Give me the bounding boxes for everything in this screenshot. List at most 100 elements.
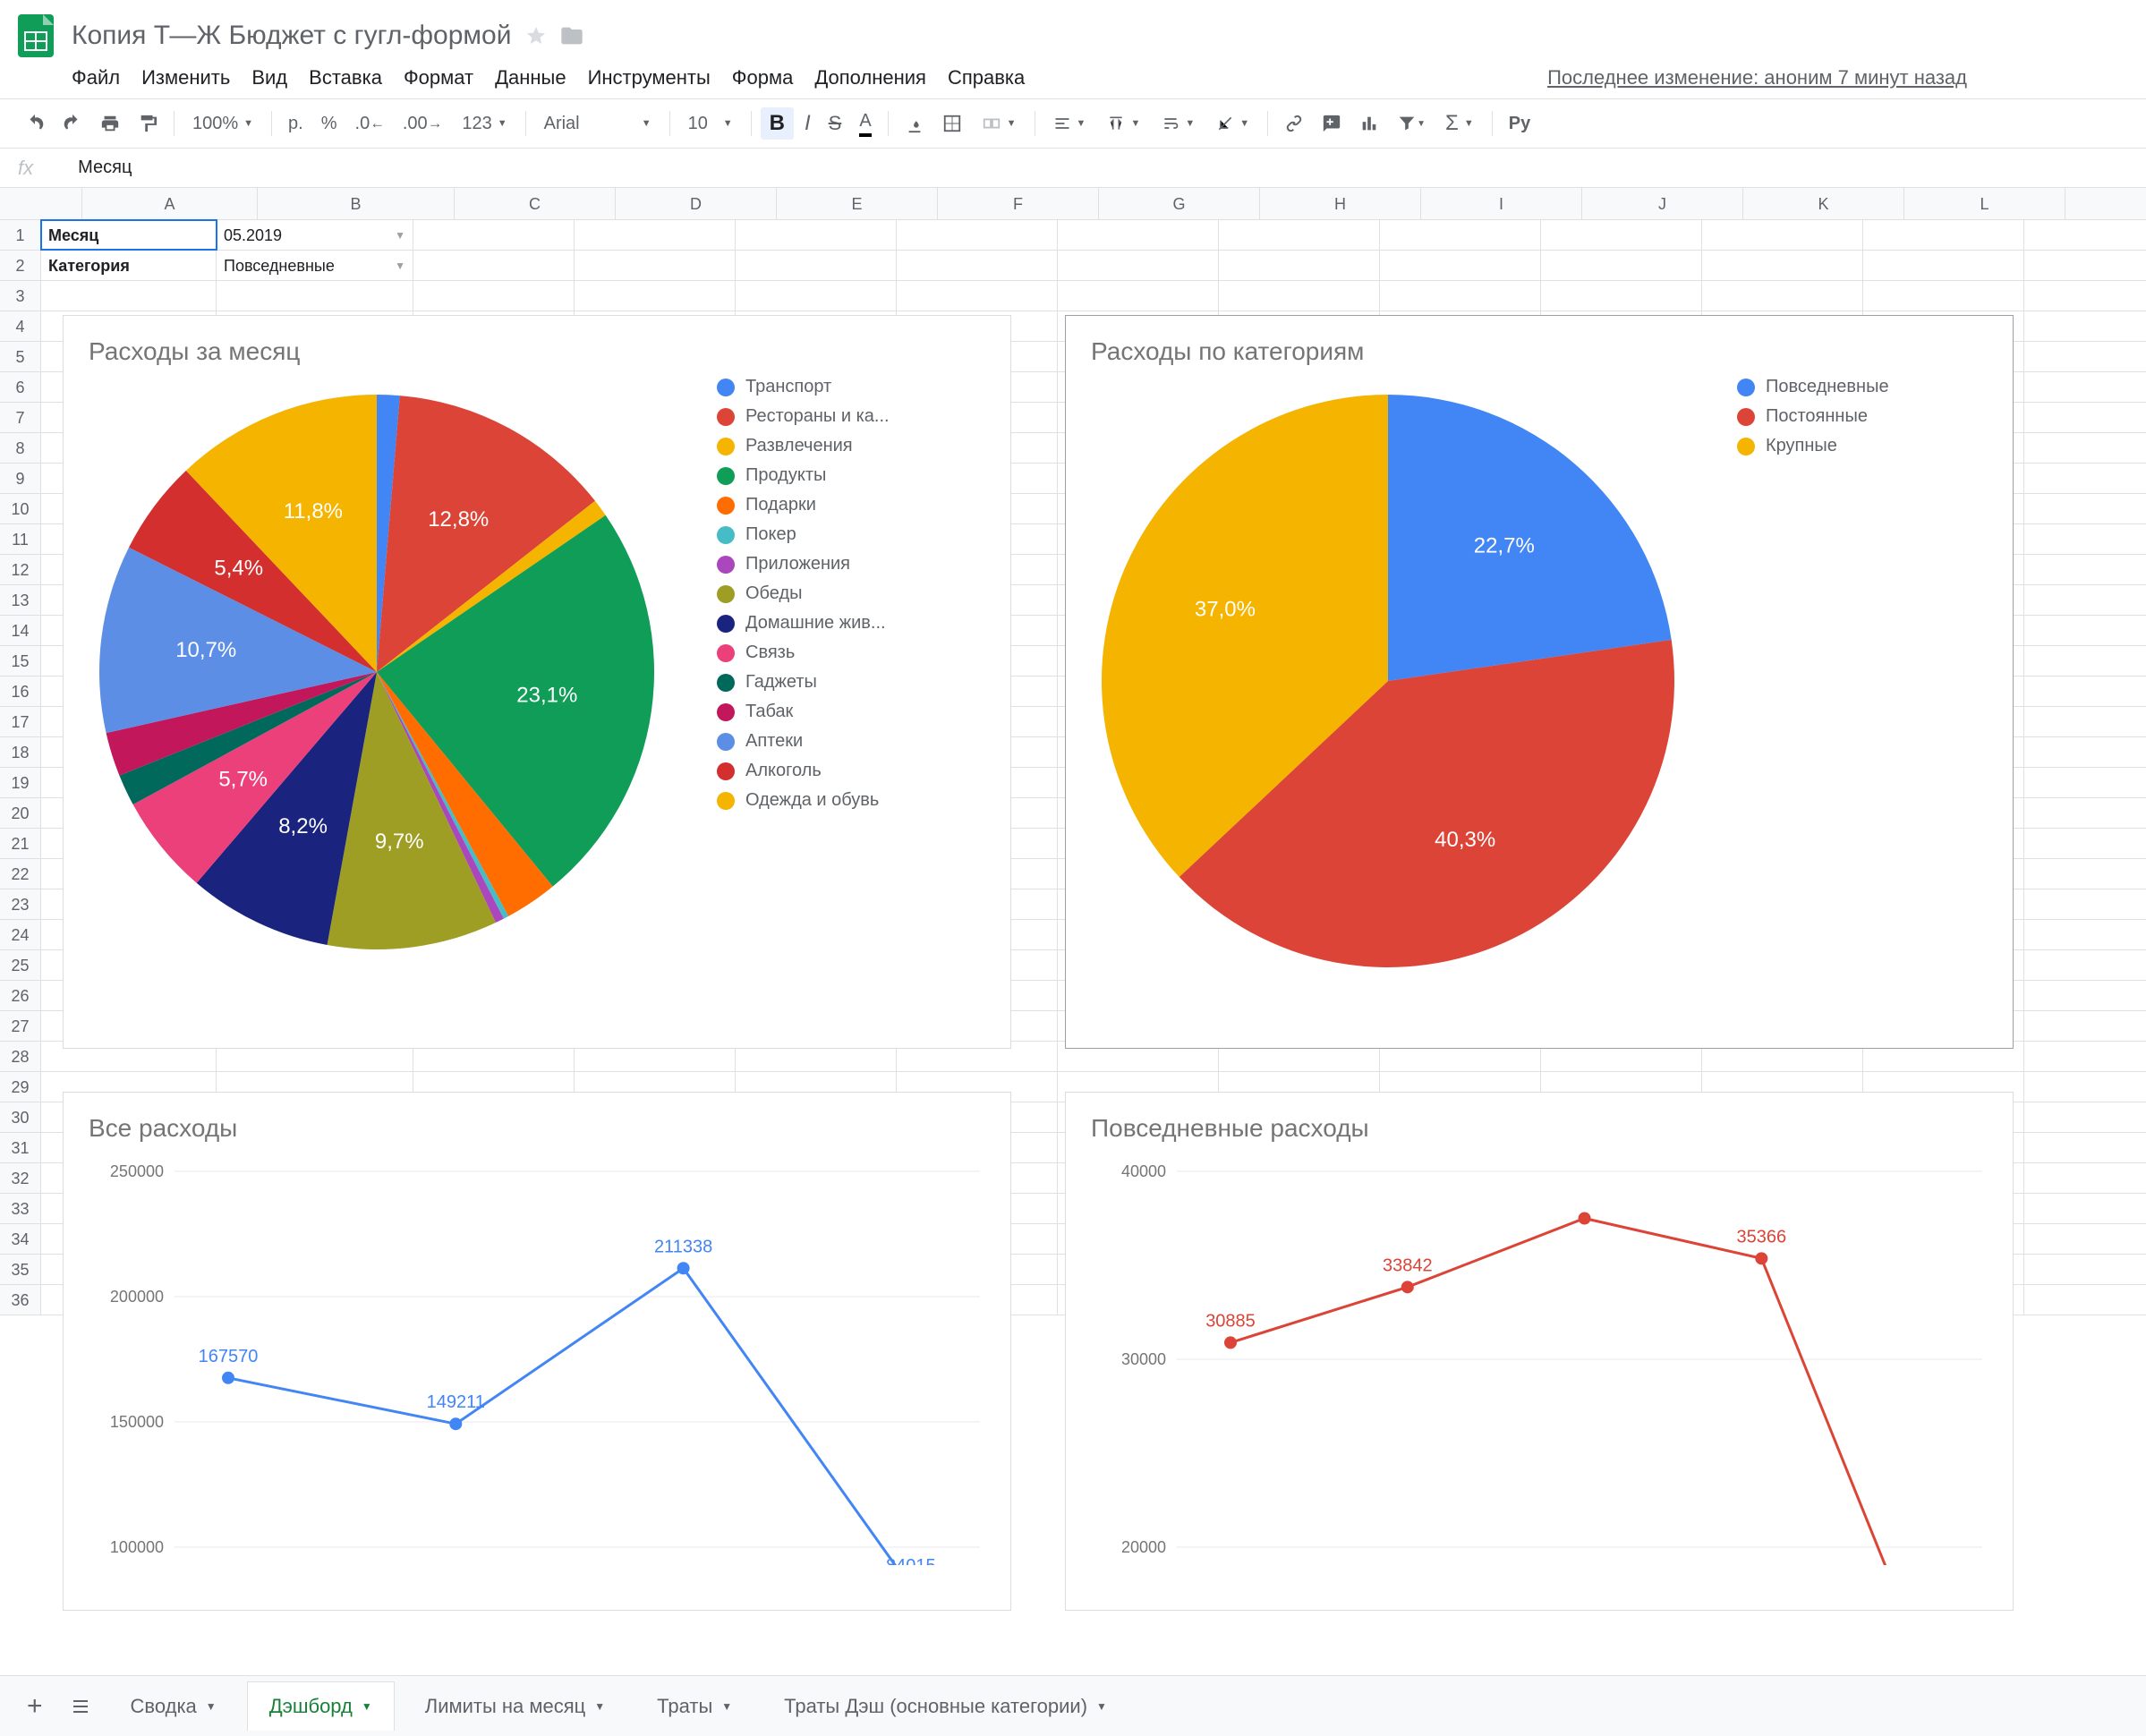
sheet-tab-dash-spending[interactable]: Траты Дэш (основные категории)▼ [762,1682,1128,1731]
menu-help[interactable]: Справка [948,66,1025,89]
cell-I1[interactable] [1380,220,1541,250]
cell-D2[interactable] [575,251,736,280]
cell-E3[interactable] [736,281,897,311]
valign-dropdown[interactable]: ▼ [1098,111,1149,136]
cell-F1[interactable] [897,220,1058,250]
bold-button[interactable]: B [761,107,794,140]
col-header-A[interactable]: A [82,188,258,219]
row-header-4[interactable]: 4 [0,311,40,342]
row-header-7[interactable]: 7 [0,403,40,433]
col-header-H[interactable]: H [1260,188,1421,219]
cell-A3[interactable] [41,281,217,311]
cell-K2[interactable] [1702,251,1863,280]
chart-all-expenses[interactable]: Все расходы 1000001500002000002500001675… [63,1092,1011,1611]
row-header-21[interactable]: 21 [0,829,40,859]
merge-cells-dropdown[interactable]: ▼ [973,110,1026,137]
last-change-link[interactable]: Последнее изменение: аноним 7 минут наза… [1547,66,1967,89]
row-header-23[interactable]: 23 [0,889,40,920]
filter-icon[interactable]: ▼ [1390,108,1433,139]
cell-B3[interactable] [217,281,413,311]
cell-I2[interactable] [1380,251,1541,280]
cell-L3[interactable] [1863,281,2024,311]
cell-J3[interactable] [1541,281,1702,311]
menu-form[interactable]: Форма [732,66,794,89]
col-header-E[interactable]: E [777,188,938,219]
row-header-15[interactable]: 15 [0,646,40,677]
col-header-J[interactable]: J [1582,188,1743,219]
row-header-29[interactable]: 29 [0,1072,40,1102]
row-header-31[interactable]: 31 [0,1133,40,1163]
star-icon[interactable] [525,25,547,47]
inc-decimals-button[interactable]: .00→ [396,108,449,140]
cell-F3[interactable] [897,281,1058,311]
col-header-I[interactable]: I [1421,188,1582,219]
row-header-3[interactable]: 3 [0,281,40,311]
dec-decimals-button[interactable]: .0← [348,108,392,140]
comment-icon[interactable] [1315,108,1349,139]
zoom-dropdown[interactable]: 100%▼ [183,110,262,138]
cell-A2[interactable]: Категория [41,251,217,280]
cell-L1[interactable] [1863,220,2024,250]
cell-G3[interactable] [1058,281,1219,311]
folder-icon[interactable] [559,23,584,48]
cell-C1[interactable] [413,220,575,250]
row-header-19[interactable]: 19 [0,768,40,798]
currency-button[interactable]: р. [281,108,311,140]
sheet-tab-limits[interactable]: Лимиты на месяц▼ [404,1682,626,1731]
col-header-D[interactable]: D [616,188,777,219]
cell-E1[interactable] [736,220,897,250]
menu-view[interactable]: Вид [251,66,287,89]
row-header-24[interactable]: 24 [0,920,40,950]
formula-bar[interactable]: fx Месяц [0,149,2146,188]
input-locale-button[interactable]: Ру [1502,108,1537,140]
undo-icon[interactable] [18,108,52,139]
cell-H1[interactable] [1219,220,1380,250]
row-header-35[interactable]: 35 [0,1255,40,1285]
row-header-8[interactable]: 8 [0,433,40,464]
cell-H2[interactable] [1219,251,1380,280]
cell-J1[interactable] [1541,220,1702,250]
row-header-28[interactable]: 28 [0,1042,40,1072]
col-header-K[interactable]: K [1743,188,1904,219]
row-header-27[interactable]: 27 [0,1011,40,1042]
menu-addons[interactable]: Дополнения [814,66,926,89]
cell-G2[interactable] [1058,251,1219,280]
percent-button[interactable]: % [314,108,345,140]
row-header-9[interactable]: 9 [0,464,40,494]
row-header-20[interactable]: 20 [0,798,40,829]
row-header-18[interactable]: 18 [0,737,40,768]
cell-A1[interactable]: Месяц [41,220,217,250]
chart-category-expenses[interactable]: Расходы по категориям 22,7%40,3%37,0% По… [1065,315,2014,1049]
row-header-12[interactable]: 12 [0,555,40,585]
sheet-tab-dashboard[interactable]: Дэшборд▼ [247,1681,395,1731]
paint-format-icon[interactable] [131,108,165,139]
sheet-tab-summary[interactable]: Сводка▼ [109,1682,238,1731]
print-icon[interactable] [93,108,127,139]
cell-L2[interactable] [1863,251,2024,280]
font-size-dropdown[interactable]: 10▼ [679,110,742,138]
cell-K1[interactable] [1702,220,1863,250]
row-header-11[interactable]: 11 [0,524,40,555]
row-header-34[interactable]: 34 [0,1224,40,1255]
row-header-13[interactable]: 13 [0,585,40,616]
cell-F2[interactable] [897,251,1058,280]
col-header-G[interactable]: G [1099,188,1260,219]
chart-monthly-expenses[interactable]: Расходы за месяц 12,8%23,1%9,7%8,2%5,7%1… [63,315,1011,1049]
row-header-5[interactable]: 5 [0,342,40,372]
all-sheets-button[interactable] [61,1687,100,1726]
select-all-corner[interactable] [0,188,82,219]
row-header-2[interactable]: 2 [0,251,40,281]
row-header-32[interactable]: 32 [0,1163,40,1194]
row-header-17[interactable]: 17 [0,707,40,737]
cell-C2[interactable] [413,251,575,280]
cell-D3[interactable] [575,281,736,311]
row-header-33[interactable]: 33 [0,1194,40,1224]
borders-icon[interactable] [935,108,969,139]
chart-icon[interactable] [1352,108,1386,139]
col-header-C[interactable]: C [455,188,616,219]
row-header-1[interactable]: 1 [0,220,40,251]
cell-B1[interactable]: 05.2019▼ [217,220,413,250]
row-header-22[interactable]: 22 [0,859,40,889]
cell-D1[interactable] [575,220,736,250]
row-header-6[interactable]: 6 [0,372,40,403]
